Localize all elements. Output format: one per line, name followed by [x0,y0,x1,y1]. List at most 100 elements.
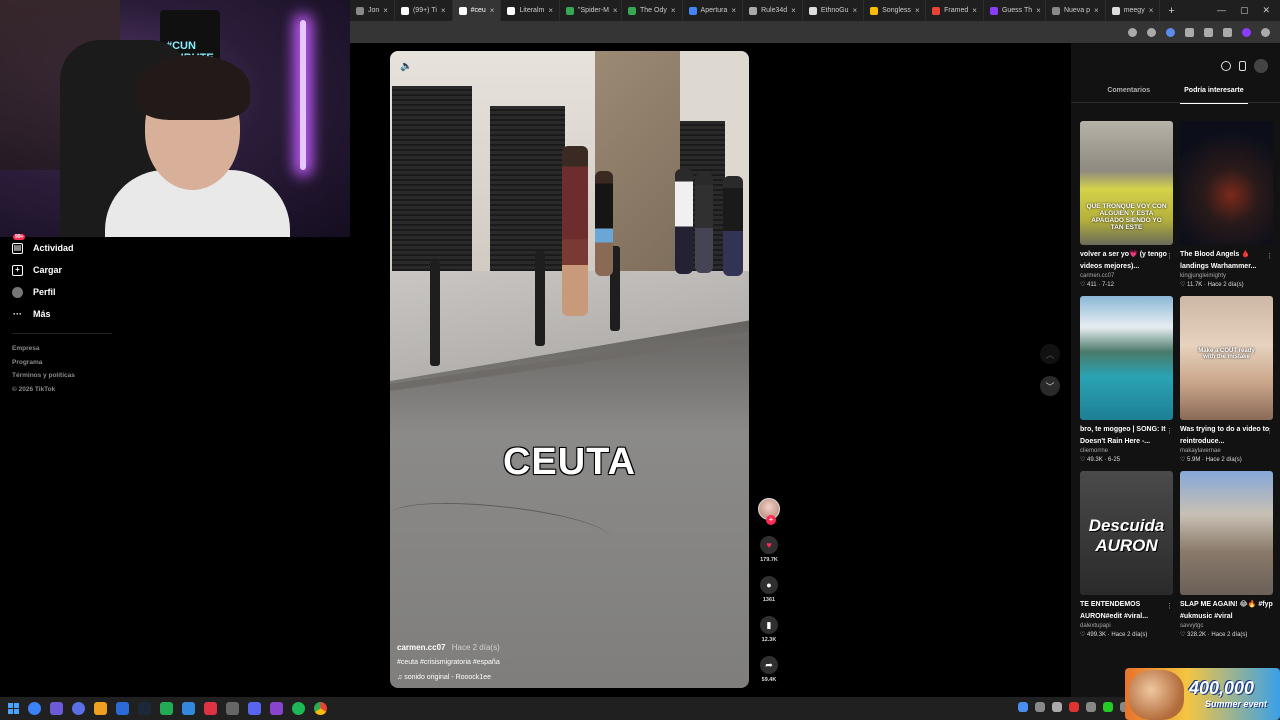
browser-tab[interactable]: #ceu × [452,0,502,21]
footer-link-programa[interactable]: Programa [0,356,350,370]
browser-tab[interactable]: Songless × [864,0,927,21]
discord-icon[interactable] [248,702,261,715]
tray-icon[interactable] [1069,702,1079,712]
card-title[interactable]: The Blood Angels 🩸 landings Warhammer... [1180,249,1273,272]
tray-icon[interactable] [1018,702,1028,712]
close-tab-icon[interactable]: × [548,6,553,15]
video-player[interactable]: 🔈 CEUTA carmen.cc07 Hace 2 día(s) #ceuta… [390,51,749,688]
close-tab-icon[interactable]: × [613,6,618,15]
more-options-icon[interactable]: ⋮ [1166,252,1173,260]
bookmarks-icon[interactable] [1204,27,1213,37]
recommended-video-card[interactable]: Make a COUT ready with the mistake Was tr… [1180,296,1273,463]
sidebar-item-perfil[interactable]: Perfil [0,281,350,303]
browser-tab[interactable]: EthnoGu × [803,0,865,21]
close-tab-icon[interactable]: × [490,6,495,15]
card-author[interactable]: dalextupapi [1080,623,1173,629]
browser-tab[interactable]: Jon × [350,0,395,21]
card-author[interactable]: savvytgc [1180,623,1273,629]
maximize-icon[interactable]: ▢ [1240,5,1249,16]
recommended-video-card[interactable]: bro, te moggeo | SONG: It Doesn't Rain H… [1080,296,1173,463]
more-options-icon[interactable]: ⋮ [1266,252,1273,260]
browser-tab[interactable]: Rule34d × [743,0,803,21]
close-tab-icon[interactable]: × [383,6,388,15]
next-video-button[interactable]: ﹀ [1040,376,1060,396]
app-icon[interactable] [94,702,107,715]
video-hashtags[interactable]: #ceuta #crisismigratoria #españa [397,659,697,666]
close-tab-icon[interactable]: × [1036,6,1041,15]
card-title[interactable]: bro, te moggeo | SONG: It Doesn't Rain H… [1080,424,1173,447]
tray-icon[interactable] [1035,702,1045,712]
footer-link-empresa[interactable]: Empresa [0,342,350,356]
recommended-video-card[interactable]: SLAP ME AGAIN! 😂🔥 #fyp #ukmusic #viral sa… [1180,471,1273,638]
card-title[interactable]: SLAP ME AGAIN! 😂🔥 #fyp #ukmusic #viral [1180,599,1273,622]
video-author[interactable]: carmen.cc07 [397,643,445,652]
windows-start-icon[interactable] [8,703,19,714]
save-button[interactable]: ▮ [760,616,778,634]
close-tab-icon[interactable]: × [915,6,920,15]
tray-icon[interactable] [1086,702,1096,712]
user-avatar[interactable] [1254,59,1268,73]
card-title[interactable]: volver a ser yo💗 (y tengo videos mejores… [1080,249,1173,272]
recommended-video-card[interactable]: QUE TRONQUE VOY CON ALGUIEN Y ESTA APAGA… [1080,121,1173,288]
card-author[interactable]: kingjungleimighty [1180,273,1273,279]
card-author[interactable]: cliemorrne [1080,448,1173,454]
browser-tab[interactable]: meegy × [1106,0,1161,21]
close-tab-icon[interactable]: × [1094,6,1099,15]
tray-icon[interactable] [1103,702,1113,712]
browser-tab[interactable]: Guess Th × [984,0,1046,21]
browser-tab[interactable]: Nueva p × [1046,0,1106,21]
close-tab-icon[interactable]: × [1149,6,1154,15]
sidebar-item-mas[interactable]: ··· Más [0,303,350,325]
chrome-icon[interactable] [314,702,327,715]
creator-avatar[interactable]: + [758,498,780,525]
bookmark-star-icon[interactable] [1128,27,1137,37]
mute-icon[interactable]: 🔈 [400,61,412,72]
spotify-icon[interactable] [292,702,305,715]
close-tab-icon[interactable]: × [791,6,796,15]
menu-dots-icon[interactable] [1261,27,1270,37]
follow-plus-icon[interactable]: + [766,515,776,525]
app-icon[interactable] [270,702,283,715]
video-thumbnail[interactable] [1180,471,1273,595]
more-options-icon[interactable]: ⋮ [1166,427,1173,435]
app-icon[interactable] [116,702,129,715]
video-thumbnail[interactable] [1180,121,1273,245]
app-icon[interactable] [204,702,217,715]
search-icon[interactable] [28,702,41,715]
browser-tab[interactable]: Literalm × [501,0,561,21]
more-options-icon[interactable]: ⋮ [1266,602,1273,610]
like-button[interactable]: ♥ [760,536,778,554]
app-icon[interactable] [182,702,195,715]
previous-video-button[interactable]: ︿ [1040,344,1060,364]
steam-icon[interactable] [138,702,151,715]
close-tab-icon[interactable]: × [852,6,857,15]
video-sound[interactable]: ♫ sonido original - Rooock1ee [397,674,697,681]
vpn-icon[interactable] [72,702,85,715]
close-tab-icon[interactable]: × [671,6,676,15]
more-options-icon[interactable]: ⋮ [1266,427,1273,435]
browser-tab[interactable]: Apertura × [683,0,744,21]
browser-tab[interactable]: Framed × [926,0,984,21]
download-icon[interactable] [1223,27,1232,37]
share-button[interactable]: ➦ [760,656,778,674]
tab-comentarios[interactable]: Comentarios [1107,83,1150,101]
video-thumbnail[interactable]: Make a COUT ready with the mistake [1180,296,1273,420]
tab-podria-interesarte[interactable]: Podría interesarte [1180,83,1248,104]
footer-link-terminos[interactable]: Términos y políticas [0,369,350,383]
card-author[interactable]: makaylavernae [1180,448,1273,454]
video-thumbnail[interactable]: QUE TRONQUE VOY CON ALGUIEN Y ESTA APAGA… [1080,121,1173,245]
new-tab-button[interactable]: + [1160,5,1182,17]
recommended-video-card[interactable]: Descuida AURON TE ENTENDEMOS AURON#edit #… [1080,471,1173,638]
close-tab-icon[interactable]: × [731,6,736,15]
browser-tab[interactable]: (99+) Ti × [395,0,453,21]
task-view-icon[interactable] [50,702,63,715]
extension-icon[interactable] [1147,27,1156,37]
close-tab-icon[interactable]: × [972,6,977,15]
profile-icon[interactable] [1242,27,1251,37]
card-title[interactable]: Was trying to do a video to reintroduce.… [1180,424,1273,447]
close-window-icon[interactable]: ✕ [1262,5,1270,16]
browser-tab[interactable]: "Spider-M × [560,0,623,21]
device-icon[interactable] [1239,61,1246,71]
tray-icon[interactable] [1052,702,1062,712]
minimize-icon[interactable]: — [1217,5,1226,16]
